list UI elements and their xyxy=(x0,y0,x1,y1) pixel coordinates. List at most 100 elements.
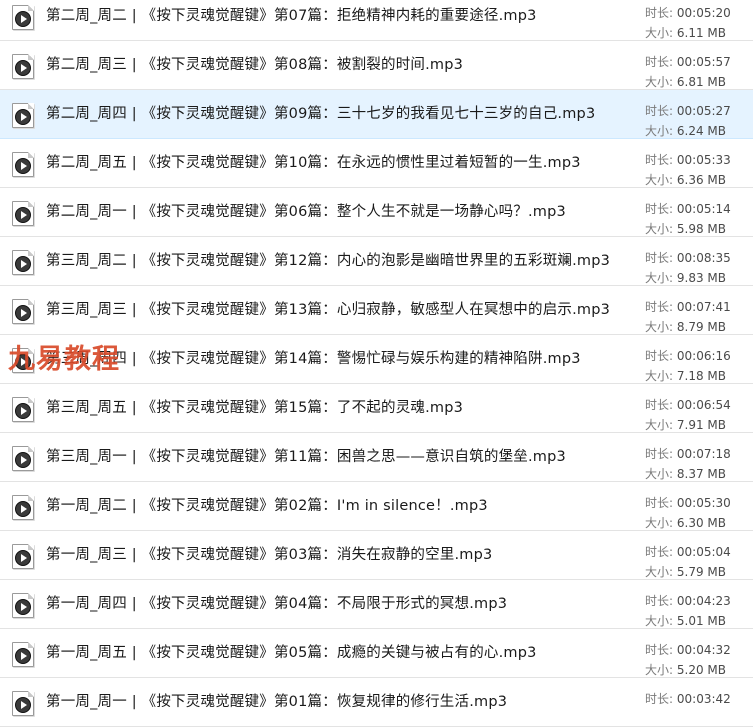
play-disc-icon xyxy=(15,305,31,321)
audio-file-icon xyxy=(12,642,34,667)
file-row[interactable]: 第三周_周三 | 《按下灵魂觉醒键》第13篇：心归寂静，敏感型人在冥想中的启示.… xyxy=(0,286,753,335)
size-value: 7.18 MB xyxy=(676,369,726,383)
file-name[interactable]: 第三周_周一 | 《按下灵魂觉醒键》第11篇：困兽之思——意识自筑的堡垒.mp3 xyxy=(46,445,566,466)
size-label: 大小: xyxy=(645,124,674,138)
duration-label: 时长: xyxy=(645,6,674,20)
file-duration: 时长: 00:06:16 xyxy=(645,347,731,364)
file-name[interactable]: 第一周_周五 | 《按下灵魂觉醒键》第05篇：成瘾的关键与被占有的心.mp3 xyxy=(46,641,537,662)
play-disc-icon xyxy=(15,697,31,713)
file-name[interactable]: 第一周_周一 | 《按下灵魂觉醒键》第01篇：恢复规律的修行生活.mp3 xyxy=(46,690,507,711)
play-disc-icon xyxy=(15,501,31,517)
file-name[interactable]: 第二周_周一 | 《按下灵魂觉醒键》第06篇：整个人生不就是一场静心吗？.mp3 xyxy=(46,200,566,221)
play-disc-icon xyxy=(15,109,31,125)
audio-file-icon xyxy=(12,54,34,79)
duration-label: 时长: xyxy=(645,496,674,510)
file-name[interactable]: 第一周_周三 | 《按下灵魂觉醒键》第03篇：消失在寂静的空里.mp3 xyxy=(46,543,492,564)
play-disc-icon xyxy=(15,648,31,664)
file-row[interactable]: 第一周_周三 | 《按下灵魂觉醒键》第03篇：消失在寂静的空里.mp3 时长: 0… xyxy=(0,531,753,580)
file-name[interactable]: 第一周_周二 | 《按下灵魂觉醒键》第02篇：I'm in silence！.m… xyxy=(46,494,488,515)
file-row[interactable]: 第三周_周五 | 《按下灵魂觉醒键》第15篇：了不起的灵魂.mp3 时长: 00:… xyxy=(0,384,753,433)
file-row[interactable]: 第二周_周二 | 《按下灵魂觉醒键》第07篇：拒绝精神内耗的重要途径.mp3 时长… xyxy=(0,0,753,41)
file-size: 大小: 6.24 MB xyxy=(645,122,726,139)
size-value: 5.20 MB xyxy=(676,663,726,677)
file-name[interactable]: 第三周_周五 | 《按下灵魂觉醒键》第15篇：了不起的灵魂.mp3 xyxy=(46,396,463,417)
file-duration: 时长: 00:07:18 xyxy=(645,445,731,462)
file-duration: 时长: 00:03:42 xyxy=(645,690,731,707)
file-size: 大小: 8.37 MB xyxy=(645,465,726,482)
file-size: 大小: 6.11 MB xyxy=(645,24,726,41)
play-disc-icon xyxy=(15,256,31,272)
duration-label: 时长: xyxy=(645,349,674,363)
play-disc-icon xyxy=(15,207,31,223)
play-disc-icon xyxy=(15,550,31,566)
file-size: 大小: 5.79 MB xyxy=(645,563,726,580)
size-value: 5.98 MB xyxy=(676,222,726,236)
duration-label: 时长: xyxy=(645,251,674,265)
file-row[interactable]: 第三周_周二 | 《按下灵魂觉醒键》第12篇：内心的泡影是幽暗世界里的五彩斑斓.… xyxy=(0,237,753,286)
size-value: 8.37 MB xyxy=(676,467,726,481)
play-disc-icon xyxy=(15,599,31,615)
file-name[interactable]: 第二周_周五 | 《按下灵魂觉醒键》第10篇：在永远的惯性里过着短暂的一生.mp… xyxy=(46,151,581,172)
file-row[interactable]: 第二周_周三 | 《按下灵魂觉醒键》第08篇：被割裂的时间.mp3 时长: 00:… xyxy=(0,41,753,90)
duration-value: 00:04:32 xyxy=(676,643,731,657)
audio-file-icon xyxy=(12,593,34,618)
file-row[interactable]: 第三周_周一 | 《按下灵魂觉醒键》第11篇：困兽之思——意识自筑的堡垒.mp3… xyxy=(0,433,753,482)
duration-label: 时长: xyxy=(645,692,674,706)
file-size: 大小: 7.18 MB xyxy=(645,367,726,384)
audio-file-icon xyxy=(12,446,34,471)
file-size: 大小: 5.01 MB xyxy=(645,612,726,629)
audio-file-icon xyxy=(12,201,34,226)
file-name[interactable]: 第三周_周二 | 《按下灵魂觉醒键》第12篇：内心的泡影是幽暗世界里的五彩斑斓.… xyxy=(46,249,610,270)
file-name[interactable]: 第二周_周四 | 《按下灵魂觉醒键》第09篇：三十七岁的我看见七十三岁的自己.m… xyxy=(46,102,595,123)
file-row[interactable]: 第一周_周二 | 《按下灵魂觉醒键》第02篇：I'm in silence！.m… xyxy=(0,482,753,531)
file-duration: 时长: 00:05:33 xyxy=(645,151,731,168)
file-size: 大小: 6.81 MB xyxy=(645,73,726,90)
size-label: 大小: xyxy=(645,222,674,236)
size-value: 8.79 MB xyxy=(676,320,726,334)
file-duration: 时长: 00:05:30 xyxy=(645,494,731,511)
file-duration: 时长: 00:05:57 xyxy=(645,53,731,70)
file-row[interactable]: 第一周_周四 | 《按下灵魂觉醒键》第04篇：不局限于形式的冥想.mp3 时长: … xyxy=(0,580,753,629)
play-disc-icon xyxy=(15,11,31,27)
file-name[interactable]: 第三周_周三 | 《按下灵魂觉醒键》第13篇：心归寂静，敏感型人在冥想中的启示.… xyxy=(46,298,610,319)
duration-value: 00:06:16 xyxy=(676,349,731,363)
duration-label: 时长: xyxy=(645,55,674,69)
file-duration: 时长: 00:05:14 xyxy=(645,200,731,217)
file-duration: 时长: 00:08:35 xyxy=(645,249,731,266)
size-label: 大小: xyxy=(645,614,674,628)
size-label: 大小: xyxy=(645,271,674,285)
audio-file-icon xyxy=(12,5,34,30)
duration-label: 时长: xyxy=(645,545,674,559)
file-name[interactable]: 第二周_周二 | 《按下灵魂觉醒键》第07篇：拒绝精神内耗的重要途径.mp3 xyxy=(46,4,537,25)
file-size: 大小: 5.20 MB xyxy=(645,661,726,678)
duration-value: 00:07:41 xyxy=(676,300,731,314)
file-row[interactable]: 第二周_周四 | 《按下灵魂觉醒键》第09篇：三十七岁的我看见七十三岁的自己.m… xyxy=(0,90,753,139)
file-row[interactable]: 第一周_周五 | 《按下灵魂觉醒键》第05篇：成瘾的关键与被占有的心.mp3 时长… xyxy=(0,629,753,678)
file-size: 大小: 7.91 MB xyxy=(645,416,726,433)
duration-value: 00:05:57 xyxy=(676,55,731,69)
size-value: 6.81 MB xyxy=(676,75,726,89)
audio-file-icon xyxy=(12,495,34,520)
file-size: 大小: 8.79 MB xyxy=(645,318,726,335)
duration-value: 00:05:27 xyxy=(676,104,731,118)
size-label: 大小: xyxy=(645,516,674,530)
file-row[interactable]: 第二周_周五 | 《按下灵魂觉醒键》第10篇：在永远的惯性里过着短暂的一生.mp… xyxy=(0,139,753,188)
file-row[interactable]: 第一周_周一 | 《按下灵魂觉醒键》第01篇：恢复规律的修行生活.mp3 时长: … xyxy=(0,678,753,727)
audio-file-icon xyxy=(12,299,34,324)
audio-file-icon xyxy=(12,250,34,275)
duration-label: 时长: xyxy=(645,202,674,216)
size-label: 大小: xyxy=(645,369,674,383)
duration-value: 00:03:42 xyxy=(676,692,731,706)
file-name[interactable]: 第三周_周四 | 《按下灵魂觉醒键》第14篇：警惕忙碌与娱乐构建的精神陷阱.mp… xyxy=(46,347,581,368)
file-duration: 时长: 00:05:27 xyxy=(645,102,731,119)
file-duration: 时长: 00:05:04 xyxy=(645,543,731,560)
file-name[interactable]: 第二周_周三 | 《按下灵魂觉醒键》第08篇：被割裂的时间.mp3 xyxy=(46,53,463,74)
duration-value: 00:05:33 xyxy=(676,153,731,167)
duration-value: 00:04:23 xyxy=(676,594,731,608)
file-size: 大小: 9.83 MB xyxy=(645,269,726,286)
file-name[interactable]: 第一周_周四 | 《按下灵魂觉醒键》第04篇：不局限于形式的冥想.mp3 xyxy=(46,592,507,613)
size-value: 7.91 MB xyxy=(676,418,726,432)
file-row[interactable]: 第二周_周一 | 《按下灵魂觉醒键》第06篇：整个人生不就是一场静心吗？.mp3… xyxy=(0,188,753,237)
duration-value: 00:05:20 xyxy=(676,6,731,20)
size-label: 大小: xyxy=(645,418,674,432)
